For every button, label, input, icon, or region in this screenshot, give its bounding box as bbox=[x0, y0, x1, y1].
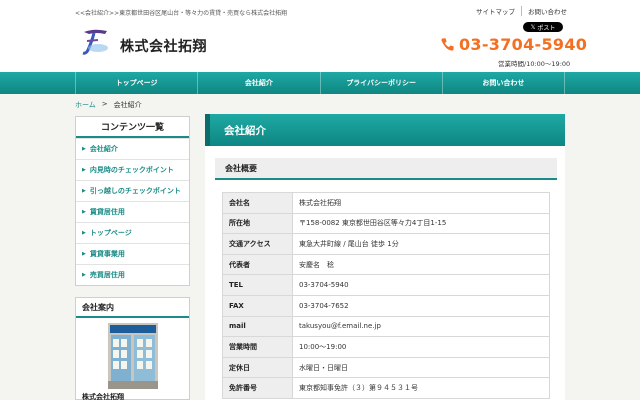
contact-top-link[interactable]: お問い合わせ bbox=[521, 6, 573, 16]
nav-contact[interactable]: お問い合わせ bbox=[441, 72, 565, 94]
row-label: 定休日 bbox=[222, 356, 293, 379]
company-logo[interactable] bbox=[80, 26, 110, 56]
breadcrumb-home[interactable]: ホーム bbox=[75, 100, 96, 110]
row-value: 03-3704-5940 bbox=[292, 274, 550, 296]
table-row: 営業時間 10:00〜19:00 bbox=[222, 336, 550, 358]
chevron-right-icon: ▶ bbox=[82, 272, 86, 278]
row-label: 営業時間 bbox=[222, 336, 293, 358]
side-item-sale-residential[interactable]: ▶ 売買居住用 bbox=[76, 264, 189, 285]
row-label: FAX bbox=[222, 294, 293, 317]
side-item-viewing-checkpoints[interactable]: ▶ 内見時のチェックポイント bbox=[76, 159, 189, 180]
contents-menu-heading: コンテンツ一覧 bbox=[76, 117, 189, 138]
company-info-box: 会社案内 株式会社拓翔 bbox=[75, 297, 190, 400]
x-post-label: ポスト bbox=[537, 24, 556, 32]
row-label: mail bbox=[222, 315, 293, 338]
side-item-moving-checkpoints[interactable]: ▶ 引っ越しのチェックポイント bbox=[76, 180, 189, 201]
row-value: 〒158-0082 東京都世田谷区等々力4丁目1-15 bbox=[292, 212, 550, 235]
breadcrumb-separator: > bbox=[101, 100, 108, 108]
side-item-label: 賃貸事業用 bbox=[89, 250, 125, 258]
x-logo-icon: 𝕏 bbox=[530, 23, 536, 31]
phone-icon bbox=[441, 38, 454, 51]
row-label: 代表者 bbox=[222, 253, 293, 276]
row-value: 水曜日・日曜日 bbox=[292, 356, 550, 379]
chevron-right-icon: ▶ bbox=[82, 146, 86, 152]
main-content: 会社紹介 会社概要 会社名 株式会社拓翔 所在地 〒158-0082 東京都世田谷区… bbox=[205, 114, 565, 400]
company-name[interactable]: 株式会社拓翔 bbox=[120, 36, 207, 56]
phone-number[interactable]: 03-3704-5940 bbox=[440, 35, 587, 54]
side-item-label: 会社紹介 bbox=[89, 145, 118, 153]
side-item-label: 引っ越しのチェックポイント bbox=[89, 187, 181, 195]
top-links: サイトマップ お問い合わせ bbox=[476, 6, 573, 16]
nav-privacy-policy[interactable]: プライバシーポリシー bbox=[319, 72, 442, 94]
row-label: 免許番号 bbox=[222, 377, 293, 399]
chevron-right-icon: ▶ bbox=[82, 167, 86, 173]
row-value: 東急大井町線 / 尾山台 徒歩 1分 bbox=[292, 233, 550, 255]
row-label: TEL bbox=[222, 274, 293, 296]
side-item-label: トップページ bbox=[89, 229, 132, 237]
side-item-rental-residential[interactable]: ▶ 賃貸居住用 bbox=[76, 201, 189, 222]
chevron-right-icon: ▶ bbox=[82, 188, 86, 194]
side-item-label: 内見時のチェックポイント bbox=[89, 166, 174, 174]
breadcrumb: ホーム > 会社紹介 bbox=[75, 100, 142, 110]
table-row: FAX 03-3704-7652 bbox=[222, 294, 550, 317]
table-row: mail takusyou@f.email.ne.jp bbox=[222, 315, 550, 338]
nav-company[interactable]: 会社紹介 bbox=[197, 72, 319, 94]
page-title: 会社紹介 bbox=[205, 114, 565, 146]
site-header: <<会社紹介>>東京都世田谷区尾山台・等々力の賃貸・売買なら株式会社拓翔 サイト… bbox=[0, 0, 640, 72]
nav-top-page[interactable]: トップページ bbox=[75, 72, 197, 94]
chevron-right-icon: ▶ bbox=[82, 230, 86, 236]
business-hours: 営業時間/10:00〜19:00 bbox=[498, 60, 571, 68]
company-overview-table: 会社名 株式会社拓翔 所在地 〒158-0082 東京都世田谷区等々力4丁目1-15… bbox=[222, 192, 550, 399]
contents-menu: コンテンツ一覧 ▶ 会社紹介 ▶ 内見時のチェックポイント ▶ 引っ越しのチェックポイ… bbox=[75, 116, 190, 286]
table-row: 交通アクセス 東急大井町線 / 尾山台 徒歩 1分 bbox=[222, 233, 550, 255]
table-row: 所在地 〒158-0082 東京都世田谷区等々力4丁目1-15 bbox=[222, 212, 550, 235]
table-row: 定休日 水曜日・日曜日 bbox=[222, 356, 550, 379]
chevron-right-icon: ▶ bbox=[82, 251, 86, 257]
row-value: takusyou@f.email.ne.jp bbox=[292, 315, 550, 338]
x-post-button[interactable]: 𝕏 ポスト bbox=[523, 22, 563, 32]
side-item-label: 賃貸居住用 bbox=[89, 208, 125, 216]
row-label: 交通アクセス bbox=[222, 233, 293, 255]
side-item-rental-business[interactable]: ▶ 賃貸事業用 bbox=[76, 243, 189, 264]
sitemap-link[interactable]: サイトマップ bbox=[476, 6, 521, 16]
row-label: 所在地 bbox=[222, 212, 293, 235]
company-info-name: 株式会社拓翔 bbox=[82, 393, 124, 400]
table-row: 会社名 株式会社拓翔 bbox=[222, 192, 550, 214]
table-row: 免許番号 東京都知事免許（３）第９４５３１号 bbox=[222, 377, 550, 399]
chevron-right-icon: ▶ bbox=[82, 209, 86, 215]
row-value: 10:00〜19:00 bbox=[292, 336, 550, 358]
section-title: 会社概要 bbox=[215, 158, 557, 180]
row-value: 東京都知事免許（３）第９４５３１号 bbox=[292, 377, 550, 399]
row-value: 03-3704-7652 bbox=[292, 294, 550, 317]
phone-number-text: 03-3704-5940 bbox=[459, 35, 588, 54]
breadcrumb-current: 会社紹介 bbox=[113, 101, 142, 109]
storefront-photo[interactable] bbox=[108, 323, 158, 389]
global-nav: トップページ 会社紹介 プライバシーポリシー お問い合わせ bbox=[0, 72, 640, 94]
side-item-label: 売買居住用 bbox=[89, 271, 125, 279]
row-value: 安慶名 稔 bbox=[292, 253, 550, 276]
row-label: 会社名 bbox=[222, 192, 293, 214]
side-item-top-page[interactable]: ▶ トップページ bbox=[76, 222, 189, 243]
row-value: 株式会社拓翔 bbox=[292, 192, 550, 214]
table-row: TEL 03-3704-5940 bbox=[222, 274, 550, 296]
company-info-heading: 会社案内 bbox=[76, 298, 189, 318]
side-item-company[interactable]: ▶ 会社紹介 bbox=[76, 138, 189, 159]
site-tagline: <<会社紹介>>東京都世田谷区尾山台・等々力の賃貸・売買なら株式会社拓翔 bbox=[75, 10, 288, 17]
table-row: 代表者 安慶名 稔 bbox=[222, 253, 550, 276]
